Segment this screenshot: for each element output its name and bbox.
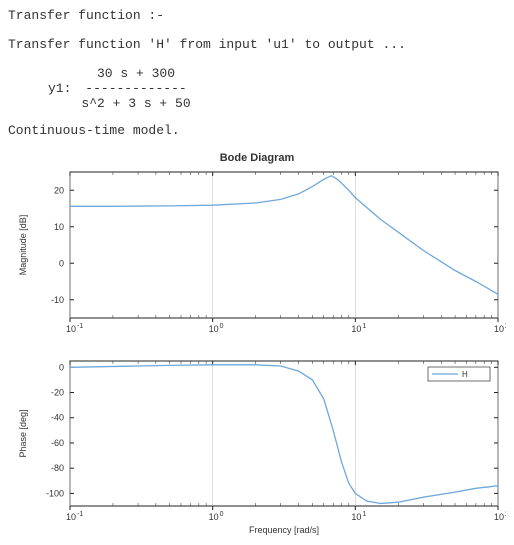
x-tick-label: 10 [66, 324, 76, 334]
tf-output-label: y1: [48, 81, 71, 96]
x-axis-label: Frequency [rad/s] [249, 525, 319, 535]
y-tick-label: 0 [59, 258, 64, 268]
x-tick-label: 10 [351, 512, 361, 522]
x-tick-exp: -1 [77, 323, 83, 330]
header-desc: Transfer function 'H' from input 'u1' to… [8, 37, 506, 52]
x-tick-exp: 2 [505, 323, 506, 330]
x-tick-exp: 1 [362, 323, 366, 330]
x-tick-exp: 2 [505, 511, 506, 518]
tf-denominator: s^2 + 3 s + 50 [81, 96, 190, 111]
legend-label: H [462, 370, 468, 379]
header-title: Transfer function :- [8, 8, 506, 23]
x-tick-exp: 0 [220, 511, 224, 518]
x-tick-exp: -1 [77, 511, 83, 518]
x-tick-label: 10 [494, 512, 504, 522]
y-tick-label: 10 [54, 222, 64, 232]
y-tick-label: 20 [54, 185, 64, 195]
y-axis-label: Magnitude [dB] [18, 215, 28, 276]
tf-divider: ------------- [81, 81, 190, 96]
x-tick-exp: 0 [220, 323, 224, 330]
model-type: Continuous-time model. [8, 123, 506, 138]
y-tick-label: -10 [51, 295, 64, 305]
x-tick-label: 10 [494, 324, 504, 334]
y-tick-label: 0 [59, 362, 64, 372]
x-tick-exp: 1 [362, 511, 366, 518]
y-tick-label: -80 [51, 463, 64, 473]
x-tick-label: 10 [209, 512, 219, 522]
series-line [70, 176, 498, 295]
series-line [70, 365, 498, 504]
bode-diagram: 10-1100101102-1001020Magnitude [dB]10-11… [8, 166, 506, 536]
y-tick-label: -100 [46, 488, 64, 498]
y-tick-label: -40 [51, 413, 64, 423]
x-tick-label: 10 [66, 512, 76, 522]
bode-title: Bode Diagram [8, 152, 506, 164]
x-tick-label: 10 [351, 324, 361, 334]
y-tick-label: -60 [51, 438, 64, 448]
tf-numerator: 30 s + 300 [81, 66, 190, 81]
y-axis-label: Phase [deg] [18, 409, 28, 457]
y-tick-label: -20 [51, 388, 64, 398]
transfer-function: y1: 30 s + 300 ------------- s^2 + 3 s +… [48, 66, 506, 111]
x-tick-label: 10 [209, 324, 219, 334]
